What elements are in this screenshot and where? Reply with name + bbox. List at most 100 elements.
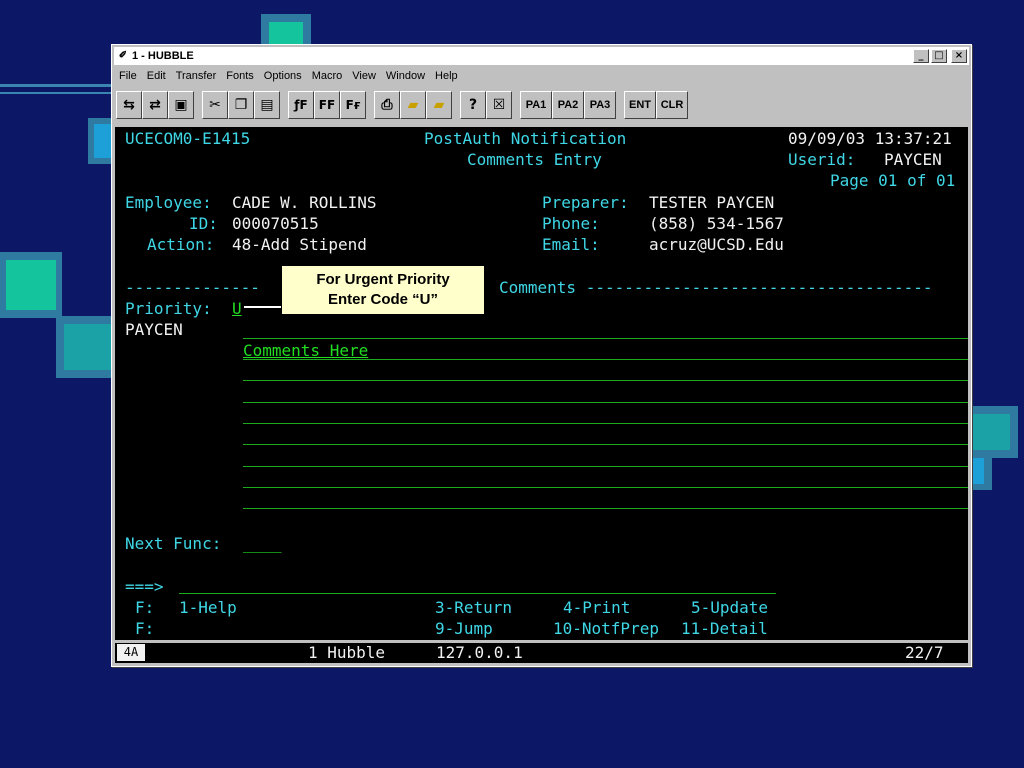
status-bar: 4A 1 Hubble 127.0.0.1 22/7 (115, 641, 968, 663)
page-indicator: Page 01 of 01 (830, 171, 956, 190)
screen-title: PostAuth Notification (424, 129, 627, 148)
cut-icon[interactable]: ✂ (202, 91, 228, 119)
phone-value: (858) 534-1567 (649, 214, 784, 233)
pa1-button[interactable]: PA1 (520, 91, 552, 119)
comment-field-line[interactable] (243, 402, 968, 403)
open-folder-icon[interactable]: ▰ (400, 91, 426, 119)
comment-author: PAYCEN (125, 320, 183, 339)
menu-view[interactable]: View (347, 70, 381, 82)
comment-field-line[interactable] (243, 508, 968, 509)
callout-note: For Urgent Priority Enter Code “U” (281, 265, 485, 315)
cursor-position: 22/7 (905, 643, 944, 662)
paste-icon[interactable]: ▤ (254, 91, 280, 119)
priority-input[interactable]: U (232, 299, 242, 319)
key-return[interactable]: 3-Return (435, 598, 512, 618)
decor-square-right-2 (972, 452, 992, 490)
function-label: F: (135, 598, 155, 617)
save-icon[interactable]: ▣ (168, 91, 194, 119)
font-smaller-icon[interactable]: Fғ (340, 91, 366, 119)
employee-label: Employee: (125, 193, 212, 212)
menu-help[interactable]: Help (430, 70, 463, 82)
comment-field-line[interactable] (243, 487, 968, 488)
next-func-label: Next Func: (125, 534, 222, 553)
pa2-button[interactable]: PA2 (552, 91, 584, 119)
screen-subtitle: Comments Entry (467, 150, 602, 169)
datetime: 09/09/03 13:37:21 (788, 129, 952, 148)
email-value: acruz@UCSD.Edu (649, 235, 784, 254)
decor-square-left-1 (88, 118, 112, 164)
menu-file[interactable]: File (114, 70, 142, 82)
divider-left: -------------- (125, 278, 260, 297)
key-notfprep[interactable]: 10-NotfPrep (553, 619, 659, 639)
callout-line-2: Enter Code “U” (327, 291, 438, 308)
menu-macro[interactable]: Macro (307, 70, 348, 82)
maximize-button[interactable]: □ (931, 49, 947, 63)
emulator-window: ✐ 1 - HUBBLE _ □ × File Edit Transfer Fo… (111, 44, 972, 667)
comment-field-line[interactable] (243, 338, 968, 339)
font-larger-icon[interactable]: FF (314, 91, 340, 119)
comment-field-line[interactable] (243, 359, 968, 360)
callout-pointer (244, 306, 282, 308)
userid-value: PAYCEN (884, 150, 942, 169)
toolbar: ⇆ ⇄ ▣ ✂ ❐ ▤ ƒF FF Fғ ⎙ ▰ ▰ ? ☒ PA1 PA2 P… (116, 87, 967, 123)
terminal-screen[interactable]: UCECOM0-E1415 PostAuth Notification 09/0… (115, 127, 968, 640)
session-name: 1 Hubble (308, 643, 386, 662)
key-help[interactable]: 1-Help (179, 598, 237, 618)
decor-line (0, 92, 112, 94)
menu-bar: File Edit Transfer Fonts Options Macro V… (114, 67, 969, 85)
command-prompt: ===> (125, 577, 164, 596)
comment-line-input[interactable]: Comments Here (243, 341, 368, 361)
decor-square-right-1 (972, 406, 1018, 458)
key-print[interactable]: 4-Print (563, 598, 630, 618)
window-title: 1 - HUBBLE (132, 50, 194, 62)
decor-square-left-2 (0, 252, 62, 318)
decor-line (0, 84, 112, 87)
employee-value: CADE W. ROLLINS (232, 193, 377, 212)
host-address: 127.0.0.1 (436, 643, 523, 662)
app-icon: ✐ (118, 50, 128, 61)
close-button[interactable]: × (951, 49, 967, 63)
send-file-icon[interactable]: ⇆ (116, 91, 142, 119)
screen-id: UCECOM0-E1415 (125, 129, 251, 148)
key-detail[interactable]: 11-Detail (681, 619, 768, 639)
callout-line-1: For Urgent Priority (316, 271, 450, 288)
comment-field-line[interactable] (243, 380, 968, 381)
pa3-button[interactable]: PA3 (584, 91, 616, 119)
menu-transfer[interactable]: Transfer (171, 70, 222, 82)
print-icon[interactable]: ⎙ (374, 91, 400, 119)
enter-button[interactable]: ENT (624, 91, 656, 119)
key-jump[interactable]: 9-Jump (435, 619, 493, 639)
cancel-icon[interactable]: ☒ (486, 91, 512, 119)
receive-file-icon[interactable]: ⇄ (142, 91, 168, 119)
preparer-value: TESTER PAYCEN (649, 193, 775, 212)
comment-field-line[interactable] (243, 444, 968, 445)
userid-label: Userid: (788, 150, 856, 169)
font-scale-icon[interactable]: ƒF (288, 91, 314, 119)
key-update[interactable]: 5-Update (691, 598, 768, 618)
next-func-input[interactable]: ____ (243, 534, 282, 554)
menu-window[interactable]: Window (381, 70, 430, 82)
copy-icon[interactable]: ❐ (228, 91, 254, 119)
clear-button[interactable]: CLR (656, 91, 688, 119)
folder-download-icon[interactable]: ▰ (426, 91, 452, 119)
action-label: Action: (147, 235, 215, 254)
priority-label: Priority: (125, 299, 212, 318)
decor-square-left-3 (56, 316, 112, 378)
phone-label: Phone: (542, 214, 600, 233)
action-value: 48-Add Stipend (232, 235, 367, 254)
id-value: 000070515 (232, 214, 319, 233)
minimize-button[interactable]: _ (913, 49, 929, 63)
command-input[interactable] (179, 593, 776, 594)
function-label: F: (135, 619, 155, 638)
comment-field-line[interactable] (243, 423, 968, 424)
help-icon[interactable]: ? (460, 91, 486, 119)
email-label: Email: (542, 235, 600, 254)
id-label: ID: (189, 214, 218, 233)
session-indicator: 4A (117, 644, 145, 661)
menu-fonts[interactable]: Fonts (221, 70, 259, 82)
decor-square-top (261, 14, 311, 46)
menu-edit[interactable]: Edit (142, 70, 171, 82)
title-bar[interactable]: ✐ 1 - HUBBLE _ □ × (114, 47, 969, 65)
comment-field-line[interactable] (243, 466, 968, 467)
menu-options[interactable]: Options (259, 70, 307, 82)
